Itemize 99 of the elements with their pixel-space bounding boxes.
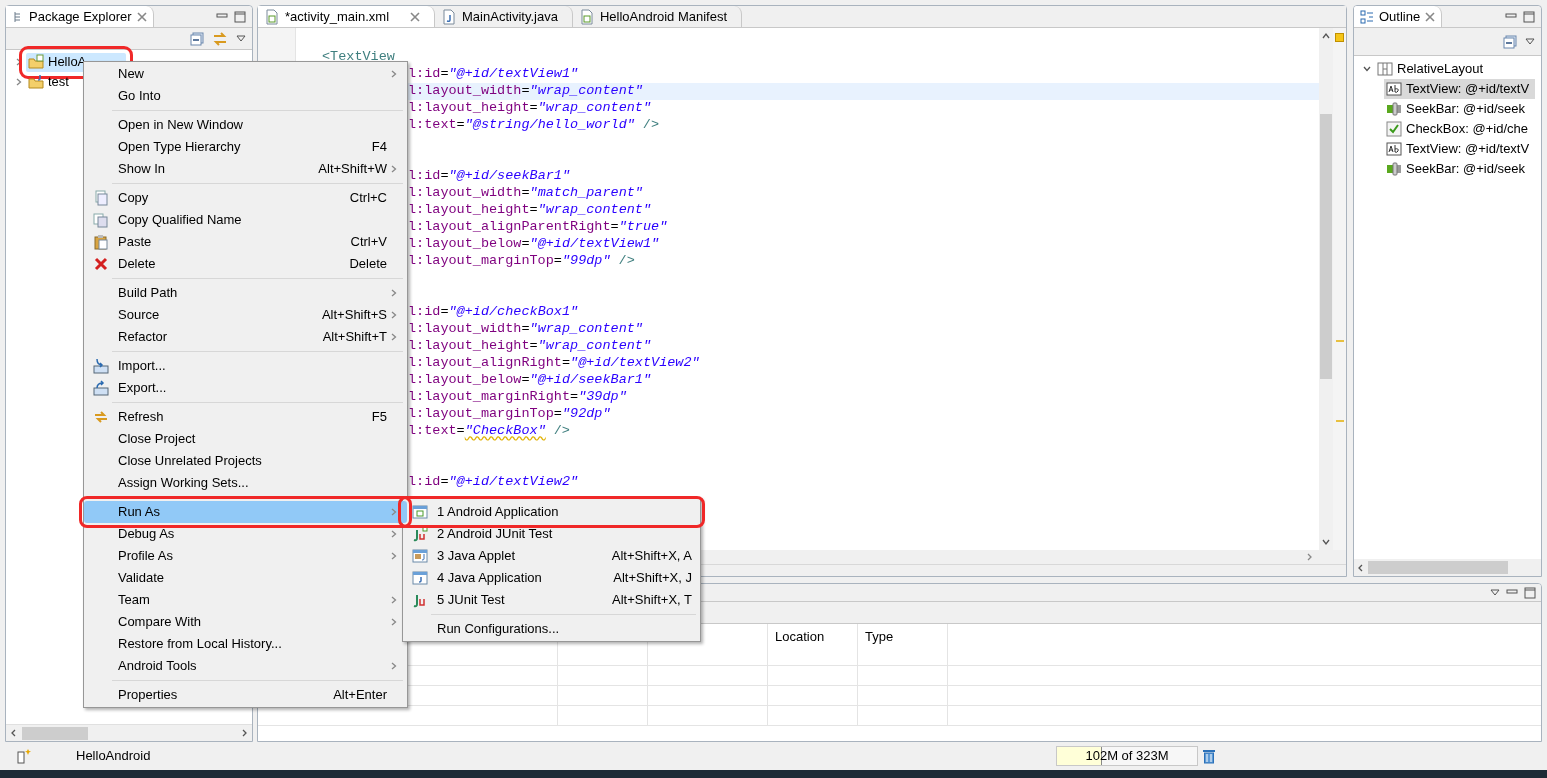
code-line: l:layout_height="wrap_content" <box>408 201 652 220</box>
code-line: l:layout_alignParentRight="true" <box>408 218 668 237</box>
menu-item[interactable]: Source Alt+Shift+S <box>84 304 407 326</box>
layout-icon <box>1377 61 1393 77</box>
tree-item[interactable]: test <box>26 72 73 92</box>
import-icon <box>93 358 109 374</box>
app-window-icon <box>412 504 428 520</box>
menu-item[interactable]: Paste Ctrl+V <box>84 231 407 253</box>
maximize-icon[interactable] <box>1523 10 1535 23</box>
tree-item[interactable]: RelativeLayout <box>1375 59 1489 79</box>
project-folder-icon <box>28 74 44 90</box>
close-icon[interactable] <box>410 11 421 22</box>
view-title: Package Explorer <box>29 7 132 26</box>
code-line: l:layout_marginTop="99dp" /> <box>408 252 635 271</box>
seekbar-icon <box>1386 161 1402 177</box>
collapse-all-icon[interactable] <box>190 31 204 46</box>
copy-icon <box>93 212 109 228</box>
code-line: l:id="@+id/textView2" <box>408 473 579 492</box>
menu-item[interactable]: Refresh F5 <box>84 406 407 428</box>
menu-item[interactable]: 5 JUnit Test Alt+Shift+X, T <box>403 589 700 611</box>
code-line: l:text="@string/hello_world" /> <box>408 116 660 135</box>
menu-item[interactable]: Close Unrelated Projects <box>84 450 407 472</box>
menu-item[interactable]: Refactor Alt+Shift+T <box>84 326 407 348</box>
menu-item[interactable]: Build Path <box>84 282 407 304</box>
code-line: l:layout_width="match_parent" <box>408 184 643 203</box>
tree-item[interactable]: TextView: @+id/textV <box>1384 79 1536 99</box>
menu-item[interactable]: Copy Ctrl+C <box>84 187 407 209</box>
code-line: l:layout_below="@+id/seekBar1" <box>408 371 652 390</box>
maximize-icon[interactable] <box>234 10 246 23</box>
tree-item[interactable]: SeekBar: @+id/seek <box>1384 99 1532 119</box>
checkbox-icon <box>1386 121 1402 137</box>
column-header[interactable]: Type <box>858 624 948 665</box>
vertical-scrollbar[interactable] <box>1319 28 1333 550</box>
junit-icon <box>412 592 428 608</box>
link-arrows-icon[interactable] <box>212 31 228 46</box>
code-line: l:layout_marginRight="39dp" <box>408 388 627 407</box>
menu-item[interactable]: Open Type Hierarchy F4 <box>84 136 407 158</box>
project-folder-icon <box>28 54 44 70</box>
code-line: l:id="@+id/checkBox1" <box>408 303 579 322</box>
tree-item[interactable]: SeekBar: @+id/seek <box>1384 159 1532 179</box>
view-menu-icon[interactable] <box>1525 37 1535 46</box>
menu-item[interactable]: 4 Java Application Alt+Shift+X, J <box>403 567 700 589</box>
menu-item[interactable]: Open in New Window <box>84 114 407 136</box>
copy-icon <box>93 190 109 206</box>
code-line: l:layout_height="wrap_content" <box>408 337 652 356</box>
editor-tab[interactable]: *activity_main.xml <box>258 6 436 27</box>
code-line: l:id="@+id/textView1" <box>408 65 579 84</box>
file-icon <box>578 8 595 25</box>
code-line: l:layout_width="wrap_content" <box>408 320 643 339</box>
java-window-icon <box>412 570 428 586</box>
maximize-icon[interactable] <box>1524 586 1536 599</box>
menu-item[interactable]: 3 Java Applet Alt+Shift+X, A <box>403 545 700 567</box>
tree-item[interactable]: TextView: @+id/textV <box>1384 139 1536 159</box>
collapse-all-icon[interactable] <box>1503 34 1517 49</box>
code-line: l:layout_marginTop="92dp" <box>408 405 611 424</box>
code-line: l:layout_width="wrap_content" <box>408 82 643 101</box>
tree-item[interactable]: CheckBox: @+id/che <box>1384 119 1534 139</box>
text-view-icon <box>1386 81 1402 97</box>
file-icon <box>264 8 280 25</box>
menu-item[interactable]: Android Tools <box>84 655 407 677</box>
view-tab[interactable]: Outline <box>1354 6 1443 27</box>
seekbar-icon <box>1386 101 1402 117</box>
memory-text: 102M of 323M <box>1085 747 1169 766</box>
code-line: l:text="CheckBox" /> <box>408 422 570 441</box>
delete-icon <box>93 256 109 272</box>
menu-item[interactable]: Delete Delete <box>84 253 407 275</box>
menu-item[interactable]: Properties Alt+Enter <box>84 684 407 706</box>
code-line: l:layout_height="wrap_content" <box>408 99 652 118</box>
menu-item[interactable]: Assign Working Sets... <box>84 472 407 494</box>
text-view-icon <box>1386 141 1402 157</box>
view-title: Outline <box>1379 7 1421 26</box>
view-menu-icon[interactable] <box>1490 588 1500 597</box>
horizontal-scrollbar[interactable] <box>6 724 252 741</box>
code-line: l:id="@+id/seekBar1" <box>408 167 571 186</box>
menu-item[interactable]: Export... <box>84 377 407 399</box>
close-icon[interactable] <box>1425 11 1436 22</box>
menu-item[interactable]: Close Project <box>84 428 407 450</box>
new-item-icon[interactable] <box>16 748 32 764</box>
clipboard-icon <box>93 234 109 250</box>
view-tab[interactable]: Package Explorer <box>6 6 154 27</box>
applet-icon <box>412 548 428 564</box>
menu-item[interactable]: Show In Alt+Shift+W <box>84 158 407 180</box>
menu-item[interactable]: Copy Qualified Name <box>84 209 407 231</box>
export-icon <box>93 380 109 396</box>
menu-item[interactable]: 2 Android JUnit Test <box>403 523 700 545</box>
java-file-icon <box>441 8 458 25</box>
horizontal-scrollbar[interactable] <box>1354 559 1541 576</box>
status-text: HelloAndroid <box>76 747 152 766</box>
outline-icon <box>1360 9 1374 24</box>
refresh-icon <box>93 409 109 425</box>
close-icon[interactable] <box>136 11 147 22</box>
menu-item[interactable]: Import... <box>84 355 407 377</box>
column-header[interactable]: Location <box>768 624 858 665</box>
code-line: l:layout_below="@+id/textView1" <box>408 235 660 254</box>
code-line: l:layout_alignRight="@+id/textView2" <box>408 354 700 373</box>
view-menu-icon[interactable] <box>236 34 246 43</box>
menu-item[interactable]: Go Into <box>84 85 407 107</box>
junit-icon <box>412 526 428 542</box>
trash-icon[interactable] <box>1202 748 1216 764</box>
